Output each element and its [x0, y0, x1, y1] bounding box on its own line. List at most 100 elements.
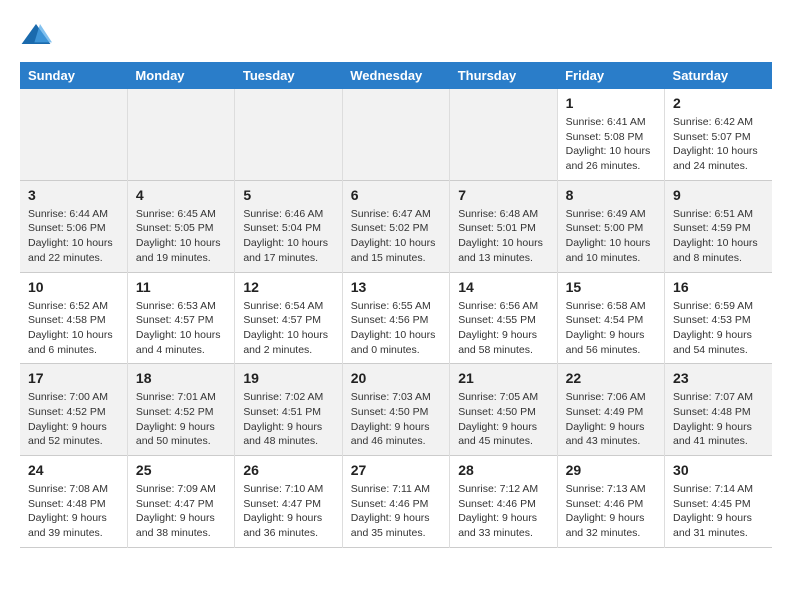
day-cell: 12 Sunrise: 6:54 AM Sunset: 4:57 PM Dayli… [235, 272, 342, 364]
day-number: 5 [243, 187, 333, 203]
day-cell: 25Sunrise: 7:09 AM Sunset: 4:47 PM Dayli… [127, 456, 234, 548]
day-number: 17 [28, 370, 119, 386]
day-info: Sunrise: 7:12 AM Sunset: 4:46 PM Dayligh… [458, 482, 548, 541]
column-header-wednesday: Wednesday [342, 62, 449, 89]
day-cell: 14 Sunrise: 6:56 AM Sunset: 4:55 PM Dayli… [450, 272, 557, 364]
day-cell [450, 89, 557, 180]
week-row-2: 3Sunrise: 6:44 AM Sunset: 5:06 PM Daylig… [20, 180, 772, 272]
day-info: Sunrise: 6:56 AM Sunset: 4:55 PM Dayligh… [458, 299, 548, 358]
day-info: Sunrise: 6:52 AM Sunset: 4:58 PM Dayligh… [28, 299, 119, 358]
column-header-thursday: Thursday [450, 62, 557, 89]
day-info: Sunrise: 6:51 AM Sunset: 4:59 PM Dayligh… [673, 207, 764, 266]
day-info: Sunrise: 7:09 AM Sunset: 4:47 PM Dayligh… [136, 482, 226, 541]
day-number: 3 [28, 187, 119, 203]
day-info: Sunrise: 6:45 AM Sunset: 5:05 PM Dayligh… [136, 207, 226, 266]
day-cell: 16 Sunrise: 6:59 AM Sunset: 4:53 PM Dayli… [665, 272, 772, 364]
day-number: 29 [566, 462, 656, 478]
day-info: Sunrise: 6:55 AM Sunset: 4:56 PM Dayligh… [351, 299, 441, 358]
day-cell: 24 Sunrise: 7:08 AM Sunset: 4:48 PM Dayli… [20, 456, 127, 548]
day-info: Sunrise: 7:11 AM Sunset: 4:46 PM Dayligh… [351, 482, 441, 541]
day-cell: 15 Sunrise: 6:58 AM Sunset: 4:54 PM Dayli… [557, 272, 664, 364]
day-cell: 29 Sunrise: 7:13 AM Sunset: 4:46 PM Dayli… [557, 456, 664, 548]
week-row-5: 24 Sunrise: 7:08 AM Sunset: 4:48 PM Dayli… [20, 456, 772, 548]
day-info: Sunrise: 6:47 AM Sunset: 5:02 PM Dayligh… [351, 207, 441, 266]
day-info: Sunrise: 7:01 AM Sunset: 4:52 PM Dayligh… [136, 390, 226, 449]
day-number: 13 [351, 279, 441, 295]
column-header-monday: Monday [127, 62, 234, 89]
day-number: 1 [566, 95, 656, 111]
day-info: Sunrise: 6:54 AM Sunset: 4:57 PM Dayligh… [243, 299, 333, 358]
day-number: 30 [673, 462, 764, 478]
day-number: 11 [136, 279, 226, 295]
day-number: 14 [458, 279, 548, 295]
day-info: Sunrise: 6:49 AM Sunset: 5:00 PM Dayligh… [566, 207, 656, 266]
day-number: 7 [458, 187, 548, 203]
day-cell: 22 Sunrise: 7:06 AM Sunset: 4:49 PM Dayli… [557, 364, 664, 456]
day-number: 16 [673, 279, 764, 295]
day-number: 22 [566, 370, 656, 386]
calendar-header: SundayMondayTuesdayWednesdayThursdayFrid… [20, 62, 772, 89]
day-info: Sunrise: 7:08 AM Sunset: 4:48 PM Dayligh… [28, 482, 119, 541]
day-cell: 8Sunrise: 6:49 AM Sunset: 5:00 PM Daylig… [557, 180, 664, 272]
day-info: Sunrise: 6:58 AM Sunset: 4:54 PM Dayligh… [566, 299, 656, 358]
day-info: Sunrise: 7:14 AM Sunset: 4:45 PM Dayligh… [673, 482, 764, 541]
day-number: 2 [673, 95, 764, 111]
day-cell: 7Sunrise: 6:48 AM Sunset: 5:01 PM Daylig… [450, 180, 557, 272]
column-header-friday: Friday [557, 62, 664, 89]
day-cell: 26Sunrise: 7:10 AM Sunset: 4:47 PM Dayli… [235, 456, 342, 548]
column-header-saturday: Saturday [665, 62, 772, 89]
day-cell: 19Sunrise: 7:02 AM Sunset: 4:51 PM Dayli… [235, 364, 342, 456]
day-number: 27 [351, 462, 441, 478]
day-number: 21 [458, 370, 548, 386]
day-cell: 11 Sunrise: 6:53 AM Sunset: 4:57 PM Dayli… [127, 272, 234, 364]
day-cell: 28Sunrise: 7:12 AM Sunset: 4:46 PM Dayli… [450, 456, 557, 548]
day-number: 4 [136, 187, 226, 203]
day-cell: 3Sunrise: 6:44 AM Sunset: 5:06 PM Daylig… [20, 180, 127, 272]
day-cell: 13 Sunrise: 6:55 AM Sunset: 4:56 PM Dayli… [342, 272, 449, 364]
calendar-body: 1 Sunrise: 6:41 AM Sunset: 5:08 PM Daylig… [20, 89, 772, 547]
day-info: Sunrise: 6:41 AM Sunset: 5:08 PM Dayligh… [566, 115, 656, 174]
day-cell: 18 Sunrise: 7:01 AM Sunset: 4:52 PM Dayli… [127, 364, 234, 456]
day-info: Sunrise: 7:00 AM Sunset: 4:52 PM Dayligh… [28, 390, 119, 449]
week-row-1: 1 Sunrise: 6:41 AM Sunset: 5:08 PM Daylig… [20, 89, 772, 180]
day-cell [20, 89, 127, 180]
day-number: 12 [243, 279, 333, 295]
week-row-4: 17 Sunrise: 7:00 AM Sunset: 4:52 PM Dayli… [20, 364, 772, 456]
week-row-3: 10 Sunrise: 6:52 AM Sunset: 4:58 PM Dayli… [20, 272, 772, 364]
page-header [20, 20, 772, 52]
day-cell: 5 Sunrise: 6:46 AM Sunset: 5:04 PM Daylig… [235, 180, 342, 272]
day-cell: 6 Sunrise: 6:47 AM Sunset: 5:02 PM Daylig… [342, 180, 449, 272]
column-header-tuesday: Tuesday [235, 62, 342, 89]
day-number: 20 [351, 370, 441, 386]
day-info: Sunrise: 6:53 AM Sunset: 4:57 PM Dayligh… [136, 299, 226, 358]
day-cell: 23Sunrise: 7:07 AM Sunset: 4:48 PM Dayli… [665, 364, 772, 456]
day-number: 18 [136, 370, 226, 386]
column-header-sunday: Sunday [20, 62, 127, 89]
day-number: 10 [28, 279, 119, 295]
day-info: Sunrise: 7:05 AM Sunset: 4:50 PM Dayligh… [458, 390, 548, 449]
day-info: Sunrise: 7:06 AM Sunset: 4:49 PM Dayligh… [566, 390, 656, 449]
day-info: Sunrise: 6:46 AM Sunset: 5:04 PM Dayligh… [243, 207, 333, 266]
day-cell: 2Sunrise: 6:42 AM Sunset: 5:07 PM Daylig… [665, 89, 772, 180]
day-number: 24 [28, 462, 119, 478]
day-cell: 20 Sunrise: 7:03 AM Sunset: 4:50 PM Dayli… [342, 364, 449, 456]
day-number: 26 [243, 462, 333, 478]
day-info: Sunrise: 7:13 AM Sunset: 4:46 PM Dayligh… [566, 482, 656, 541]
day-cell: 21 Sunrise: 7:05 AM Sunset: 4:50 PM Dayli… [450, 364, 557, 456]
day-cell: 4 Sunrise: 6:45 AM Sunset: 5:05 PM Daylig… [127, 180, 234, 272]
day-info: Sunrise: 6:59 AM Sunset: 4:53 PM Dayligh… [673, 299, 764, 358]
logo-icon [20, 20, 52, 52]
day-info: Sunrise: 7:07 AM Sunset: 4:48 PM Dayligh… [673, 390, 764, 449]
day-cell: 1 Sunrise: 6:41 AM Sunset: 5:08 PM Daylig… [557, 89, 664, 180]
header-row: SundayMondayTuesdayWednesdayThursdayFrid… [20, 62, 772, 89]
day-cell [235, 89, 342, 180]
day-cell: 27 Sunrise: 7:11 AM Sunset: 4:46 PM Dayli… [342, 456, 449, 548]
calendar-table: SundayMondayTuesdayWednesdayThursdayFrid… [20, 62, 772, 548]
day-cell: 30 Sunrise: 7:14 AM Sunset: 4:45 PM Dayli… [665, 456, 772, 548]
day-number: 9 [673, 187, 764, 203]
day-number: 6 [351, 187, 441, 203]
day-number: 15 [566, 279, 656, 295]
day-info: Sunrise: 7:03 AM Sunset: 4:50 PM Dayligh… [351, 390, 441, 449]
day-cell: 10 Sunrise: 6:52 AM Sunset: 4:58 PM Dayli… [20, 272, 127, 364]
day-info: Sunrise: 7:02 AM Sunset: 4:51 PM Dayligh… [243, 390, 333, 449]
